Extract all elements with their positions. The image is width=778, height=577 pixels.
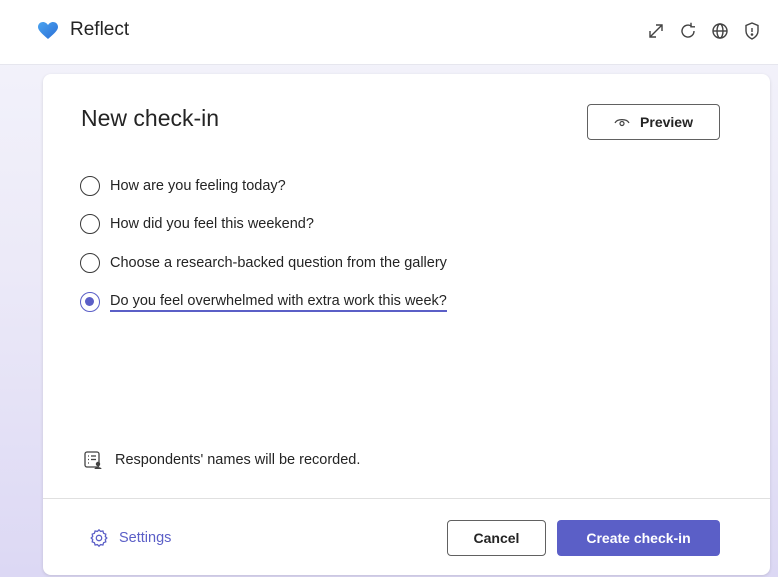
gear-icon bbox=[90, 528, 108, 548]
custom-question-input[interactable]: Do you feel overwhelmed with extra work … bbox=[110, 293, 447, 312]
page-title: New check-in bbox=[81, 105, 220, 131]
footer-divider bbox=[43, 498, 770, 499]
question-label: How did you feel this weekend? bbox=[110, 216, 314, 232]
settings-label: Settings bbox=[119, 530, 172, 546]
radio-button[interactable] bbox=[80, 214, 100, 234]
app-title: Reflect bbox=[70, 19, 130, 40]
expand-icon[interactable] bbox=[645, 20, 667, 42]
question-option-2[interactable]: How did you feel this weekend? bbox=[80, 212, 314, 236]
preview-button[interactable]: Preview bbox=[587, 104, 720, 140]
question-label: Choose a research-backed question from t… bbox=[110, 255, 447, 271]
privacy-notice: Respondents' names will be recorded. bbox=[83, 450, 360, 470]
question-option-3[interactable]: Choose a research-backed question from t… bbox=[80, 251, 447, 275]
refresh-icon[interactable] bbox=[677, 20, 699, 42]
radio-button-selected[interactable] bbox=[80, 292, 100, 312]
radio-button[interactable] bbox=[80, 253, 100, 273]
question-option-1[interactable]: How are you feeling today? bbox=[80, 174, 286, 198]
settings-link[interactable]: Settings bbox=[89, 528, 171, 548]
preview-label: Preview bbox=[640, 114, 693, 130]
radio-button[interactable] bbox=[80, 176, 100, 196]
eye-icon bbox=[614, 119, 630, 127]
cancel-button[interactable]: Cancel bbox=[447, 520, 546, 556]
notice-text: Respondents' names will be recorded. bbox=[115, 452, 361, 468]
heart-icon bbox=[38, 22, 58, 39]
new-checkin-card: New check-in Preview How are you feeling… bbox=[43, 74, 770, 575]
globe-icon[interactable] bbox=[709, 20, 731, 42]
question-label: How are you feeling today? bbox=[110, 178, 286, 194]
app-header: Reflect bbox=[0, 0, 778, 65]
form-list-icon bbox=[84, 451, 102, 469]
shield-icon[interactable] bbox=[741, 20, 763, 42]
question-option-4[interactable]: Do you feel overwhelmed with extra work … bbox=[80, 290, 447, 314]
create-checkin-button[interactable]: Create check-in bbox=[557, 520, 720, 556]
